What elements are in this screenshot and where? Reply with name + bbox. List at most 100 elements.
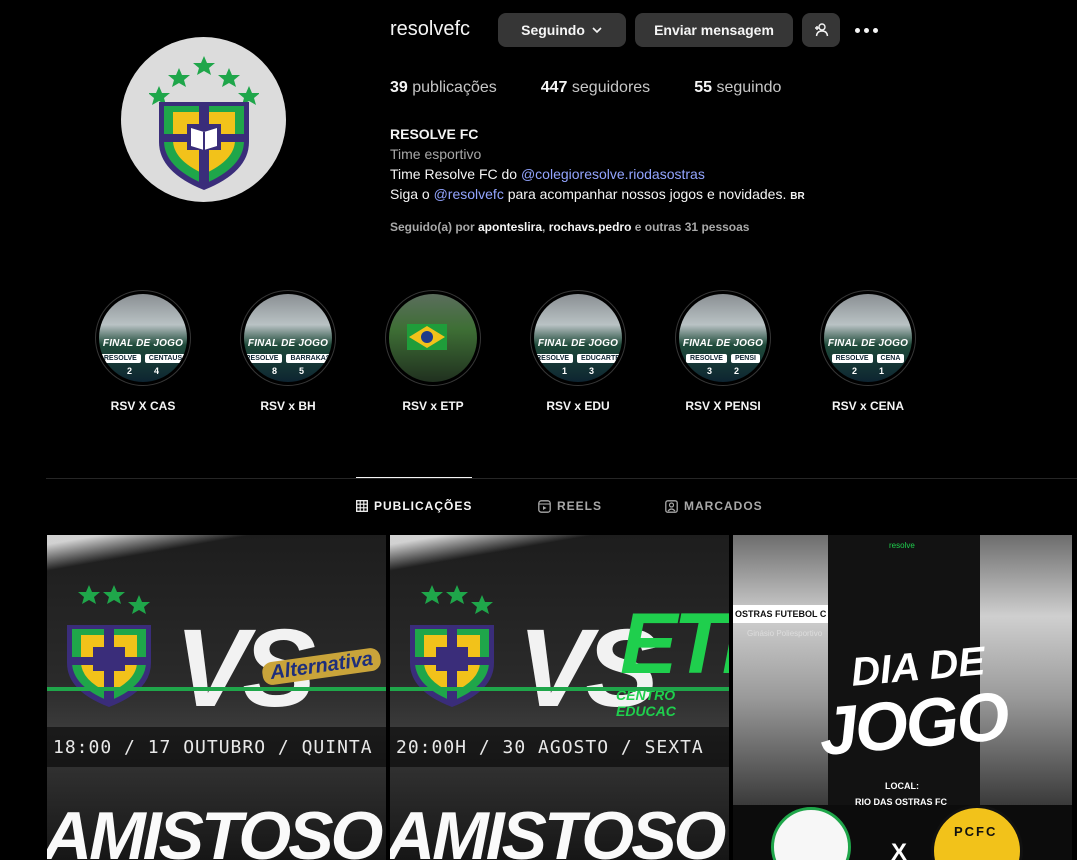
highlight-cover: [389, 294, 477, 382]
highlight-rsv-x-pensi[interactable]: FINAL DE JOGO RESOLVE PENSI 32 RSV X PENS…: [675, 290, 771, 413]
highlight-cover-score: 21: [824, 366, 912, 376]
resolve-fc-crest-icon: [148, 55, 259, 190]
away-score: 3: [589, 366, 595, 376]
highlight-label: RSV x CENA: [831, 399, 905, 413]
highlight-cover-score: 13: [534, 366, 622, 376]
highlight-cover: FINAL DE JOGO RESOLVE BARRAKAS 8 5: [244, 294, 332, 382]
away-score: 4: [154, 366, 160, 376]
highlight-cover-teams: RESOLVE PENSI: [679, 354, 767, 363]
resolve-fc-crest-icon: [67, 585, 151, 707]
highlight-ring: FINAL DE JOGO RESOLVE EDUCARTE 13: [530, 290, 626, 386]
following-count-value: 55: [694, 79, 712, 96]
followers-count-label: seguidores: [571, 79, 651, 96]
venue-label: LOCAL:: [885, 781, 919, 791]
home-score: 1: [561, 366, 567, 376]
highlight-cover-score: 24: [99, 366, 187, 376]
post-title-line-2: JOGO: [816, 677, 1011, 771]
profile-avatar[interactable]: [121, 37, 286, 202]
options-button[interactable]: [848, 13, 884, 47]
school-mention-link[interactable]: @colegioresolve.riodasostras: [521, 166, 705, 182]
highlight-cover-title: FINAL DE JOGO: [682, 338, 764, 349]
resolve-fc-crest-icon: [410, 585, 494, 707]
highlight-cover-title: FINAL DE JOGO: [102, 338, 184, 349]
home-team: RESOLVE: [534, 354, 574, 363]
send-message-label: Enviar mensagem: [654, 22, 774, 38]
match-info: 18:00 / 17 OUTUBRO / QUINTA: [53, 737, 373, 758]
green-accent-line: [47, 687, 386, 691]
venue-banner: OSTRAS FUTEBOL C: [733, 605, 828, 623]
highlight-cover-title: FINAL DE JOGO: [247, 338, 329, 349]
highlight-cover-score: 32: [679, 366, 767, 376]
away-team: CENA: [876, 354, 905, 363]
away-team: CENTAUS: [144, 354, 187, 363]
home-team: RESOLVE: [99, 354, 141, 363]
followed-by-user-2[interactable]: rochavs.pedro: [549, 220, 632, 234]
post-footer-text: AMISTOSO: [47, 798, 383, 860]
bio-line-2: Siga o @resolvefc para acompanhar nossos…: [390, 184, 805, 207]
home-score: 3: [706, 366, 712, 376]
bio-line-2-prefix: Siga o: [390, 186, 434, 202]
away-score: 2: [734, 366, 740, 376]
tab-posts-label: PUBLICAÇÕES: [374, 499, 473, 513]
away-score: 1: [879, 366, 885, 376]
tabs-divider: [46, 478, 1077, 479]
opponent-logo-text: ETP: [620, 596, 729, 692]
highlight-cover-teams: RESOLVE EDUCARTE: [534, 354, 622, 363]
followed-by-user-1[interactable]: aponteslira: [478, 220, 542, 234]
highlight-ring: FINAL DE JOGO RESOLVE CENA 21: [820, 290, 916, 386]
highlight-rsv-x-edu[interactable]: FINAL DE JOGO RESOLVE EDUCARTE 13 RSV x E…: [530, 290, 626, 413]
tagged-icon: [665, 499, 678, 513]
highlight-ring: [385, 290, 481, 386]
suggested-users-button[interactable]: [802, 13, 840, 47]
profile-category: Time esportivo: [390, 146, 482, 162]
highlight-rsv-x-bh[interactable]: FINAL DE JOGO RESOLVE BARRAKAS 85 RSV x B…: [240, 290, 336, 413]
highlight-label: RSV X PENSI: [685, 399, 761, 413]
opponent-crest-text: PCFC: [954, 824, 998, 839]
following-label: Seguindo: [521, 22, 585, 38]
reels-icon: [538, 499, 551, 513]
brand-label: resolve: [889, 541, 915, 550]
highlight-rsv-x-etp[interactable]: RSV x ETP: [385, 290, 481, 413]
home-team: RESOLVE: [831, 354, 873, 363]
resolvefc-mention-link[interactable]: @resolvefc: [434, 186, 504, 202]
highlight-rsv-x-cas[interactable]: FINAL DE JOGO RESOLVE CENTAUS 24 RSV X CA…: [95, 290, 191, 413]
highlight-ring: FINAL DE JOGO RESOLVE PENSI 32: [675, 290, 771, 386]
tab-tagged-label: MARCADOS: [684, 499, 763, 513]
away-score: 5: [299, 366, 305, 376]
more-options-icon: [854, 27, 878, 33]
tab-reels[interactable]: REELS: [538, 499, 602, 513]
tab-tagged[interactable]: MARCADOS: [665, 499, 763, 513]
posts-count[interactable]: 39 publicações: [390, 79, 497, 97]
tab-reels-label: REELS: [557, 499, 603, 513]
following-count[interactable]: 55 seguindo: [694, 79, 781, 97]
match-info: 20:00H / 30 AGOSTO / SEXTA: [396, 737, 704, 758]
green-accent-line: [390, 687, 729, 691]
post-thumbnail-2[interactable]: VS ETP CENTRO EDUCAC 20:00H / 30 AGOSTO …: [390, 535, 729, 860]
brazil-flag-tag: BR: [790, 191, 805, 202]
followers-count[interactable]: 447 seguidores: [541, 79, 650, 97]
highlight-label: RSV X CAS: [110, 399, 176, 413]
tab-posts[interactable]: PUBLICAÇÕES: [356, 499, 472, 513]
highlight-cover: FINAL DE JOGO RESOLVE CENA 21: [824, 294, 912, 382]
highlight-rsv-x-cena[interactable]: FINAL DE JOGO RESOLVE CENA 21 RSV x CENA: [820, 290, 916, 413]
away-team: EDUCARTE: [577, 354, 622, 363]
highlight-cover: FINAL DE JOGO RESOLVE CENTAUS 24: [99, 294, 187, 382]
highlight-ring: FINAL DE JOGO RESOLVE CENTAUS 24: [95, 290, 191, 386]
active-tab-indicator: [356, 477, 472, 478]
posts-count-label: publicações: [412, 79, 497, 96]
send-message-button[interactable]: Enviar mensagem: [635, 13, 793, 47]
followed-by[interactable]: Seguido(a) por aponteslira, rochavs.pedr…: [390, 220, 749, 234]
home-score: 2: [126, 366, 132, 376]
away-team: PENSI: [730, 354, 760, 363]
followed-by-separator: ,: [542, 220, 549, 234]
away-team: BARRAKAS: [286, 354, 332, 363]
post-thumbnail-1[interactable]: VS Alternativa 18:00 / 17 OUTUBRO / QUIN…: [47, 535, 386, 860]
opponent-name: CENTRO EDUCAC: [616, 687, 676, 719]
profile-username: resolvefc: [390, 18, 471, 40]
highlight-cover-title: FINAL DE JOGO: [827, 338, 909, 349]
following-button[interactable]: Seguindo: [498, 13, 626, 47]
highlight-cover-teams: RESOLVE BARRAKAS: [244, 354, 332, 363]
home-score: 8: [271, 366, 277, 376]
post-thumbnail-3[interactable]: OSTRAS FUTEBOL C Ginásio Poliesportivo r…: [733, 535, 1072, 860]
followers-count-value: 447: [540, 79, 568, 96]
